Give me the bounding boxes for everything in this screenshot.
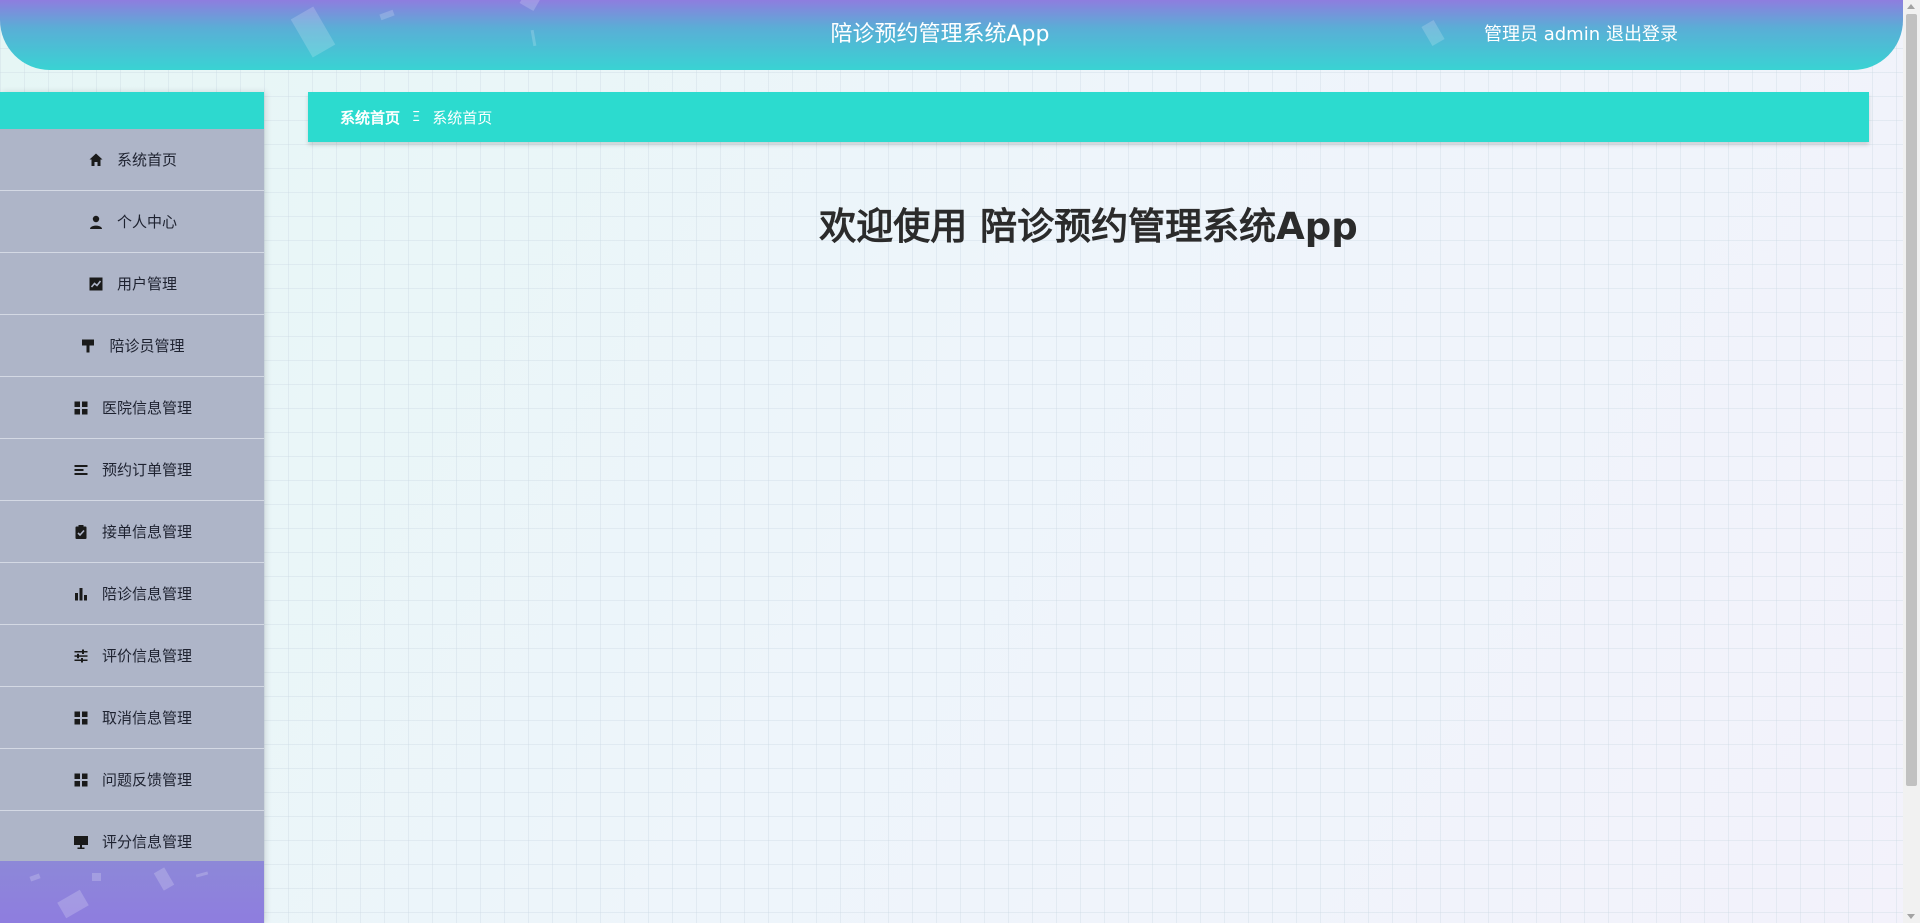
page-scrollbar[interactable] — [1903, 0, 1920, 923]
sidebar-item-label: 系统首页 — [116, 151, 177, 169]
sidebar-item-home[interactable]: 系统首页 — [0, 129, 264, 191]
sidebar-decoration — [57, 889, 89, 919]
sidebar-item-hospital-management[interactable]: 医院信息管理 — [0, 377, 264, 439]
grid-icon — [72, 709, 90, 727]
sidebar-item-label: 陪诊员管理 — [109, 337, 185, 355]
scrollbar-thumb[interactable] — [1906, 14, 1917, 786]
breadcrumb-current: 系统首页 — [432, 108, 493, 127]
bar-chart-icon — [72, 585, 90, 603]
monitor-icon — [72, 833, 90, 851]
sidebar-header-bar — [0, 92, 264, 129]
sidebar-item-label: 评价信息管理 — [101, 647, 192, 665]
sidebar-item-label: 陪诊信息管理 — [101, 585, 192, 603]
sidebar-item-order-accept-management[interactable]: 接单信息管理 — [0, 501, 264, 563]
sidebar-item-label: 医院信息管理 — [101, 399, 192, 417]
current-user: 管理员 admin — [1484, 24, 1601, 45]
chart-line-icon — [87, 275, 105, 293]
sidebar-item-personal-center[interactable]: 个人中心 — [0, 191, 264, 253]
grid-icon — [72, 771, 90, 789]
sidebar-item-cancel-management[interactable]: 取消信息管理 — [0, 687, 264, 749]
breadcrumb-home-link[interactable]: 系统首页 — [340, 107, 400, 128]
sidebar-decoration — [29, 873, 41, 882]
scroll-up-arrow-icon[interactable] — [1907, 4, 1915, 9]
person-icon — [87, 213, 105, 231]
sidebar-item-review-management[interactable]: 评价信息管理 — [0, 625, 264, 687]
sidebar-item-feedback-management[interactable]: 问题反馈管理 — [0, 749, 264, 811]
sidebar-item-label: 评分信息管理 — [101, 833, 192, 851]
sidebar-item-escort-management[interactable]: 陪诊员管理 — [0, 315, 264, 377]
home-icon — [87, 151, 105, 169]
sidebar-decoration — [153, 867, 175, 891]
sidebar-item-label: 预约订单管理 — [101, 461, 192, 479]
sidebar-item-appointment-management[interactable]: 预约订单管理 — [0, 439, 264, 501]
logout-link[interactable]: 退出登录 — [1606, 0, 1678, 70]
top-header: 陪诊预约管理系统App 管理员 admin 退出登录 — [0, 0, 1903, 70]
sidebar-item-label: 个人中心 — [116, 213, 177, 231]
sidebar-item-escort-info-management[interactable]: 陪诊信息管理 — [0, 563, 264, 625]
sidebar-item-label: 接单信息管理 — [101, 523, 192, 541]
sidebar-item-user-management[interactable]: 用户管理 — [0, 253, 264, 315]
sidebar-footer-decoration — [0, 861, 264, 923]
scroll-down-arrow-icon[interactable] — [1907, 914, 1915, 919]
sidebar: 系统首页 个人中心 用户管理 陪诊员管理 医院信息管理 预约订单管理 接单信息管… — [0, 92, 264, 923]
clipboard-check-icon — [72, 523, 90, 541]
sidebar-decoration — [92, 873, 101, 881]
grid-icon — [72, 399, 90, 417]
paint-roller-icon — [79, 337, 97, 355]
welcome-heading: 欢迎使用 陪诊预约管理系统App — [819, 205, 1358, 248]
sidebar-item-label: 用户管理 — [116, 275, 177, 293]
breadcrumb: 系统首页 Ξ 系统首页 — [308, 92, 1869, 142]
sidebar-item-label: 问题反馈管理 — [101, 771, 192, 789]
sliders-icon — [72, 647, 90, 665]
sidebar-decoration — [195, 871, 209, 878]
sidebar-item-label: 取消信息管理 — [101, 709, 192, 727]
list-icon — [72, 461, 90, 479]
breadcrumb-separator: Ξ — [412, 109, 421, 125]
